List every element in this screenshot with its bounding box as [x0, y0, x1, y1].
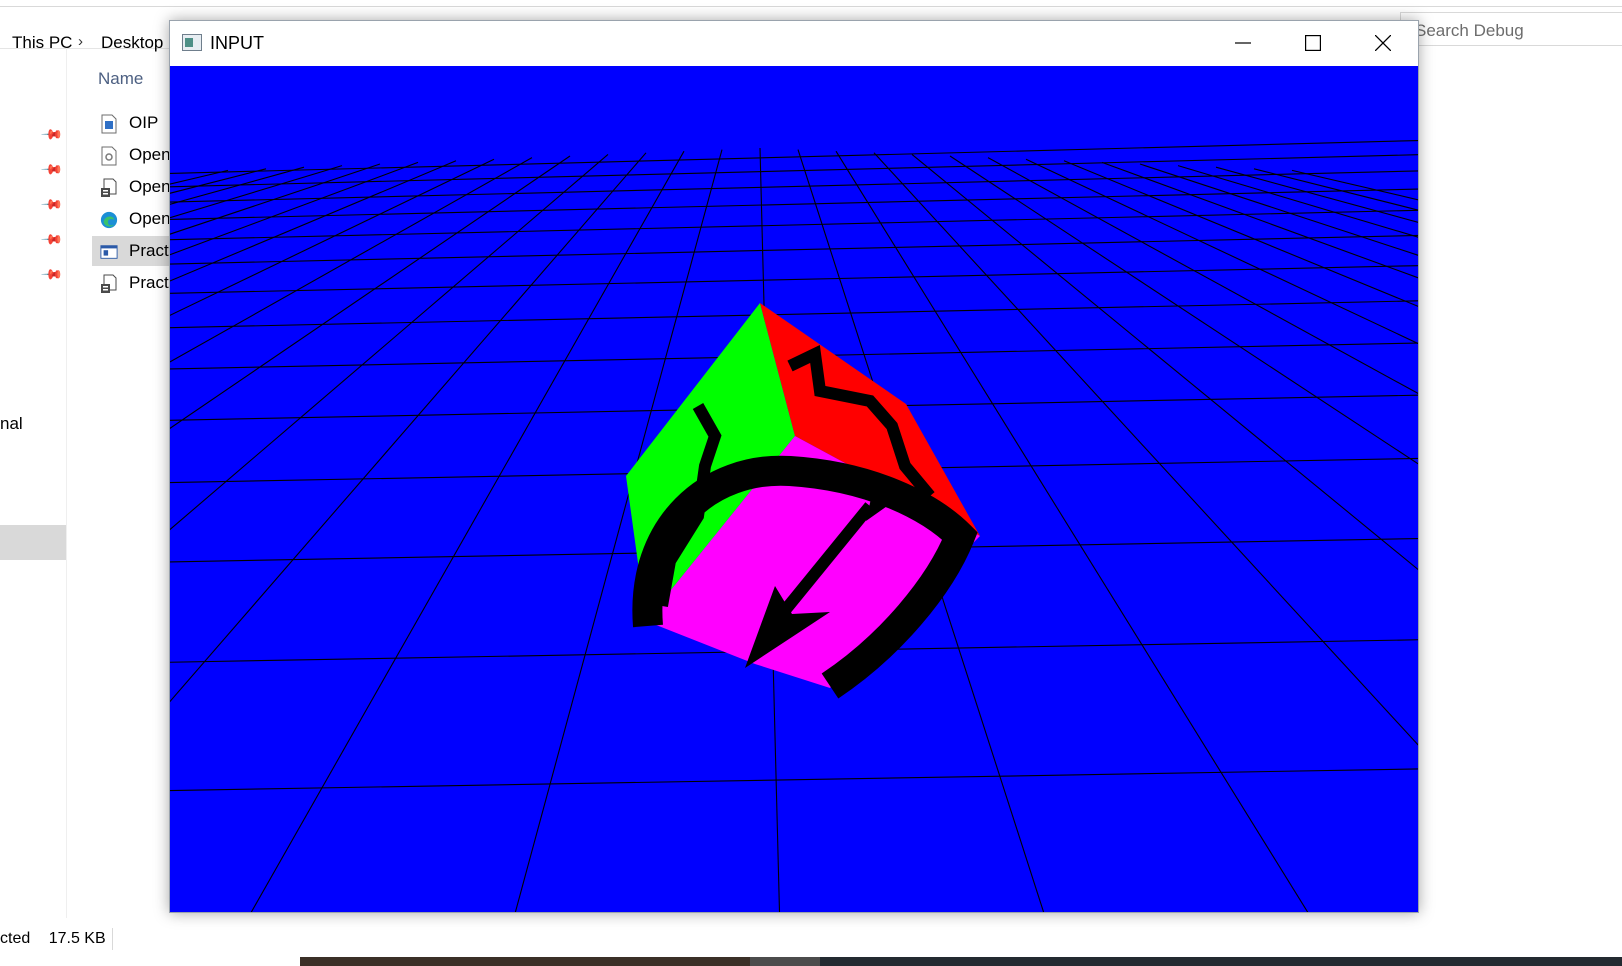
close-button[interactable]: [1348, 21, 1418, 66]
library-file-icon: [101, 274, 117, 293]
file-row[interactable]: Open: [92, 140, 172, 170]
file-row[interactable]: Practi: [92, 268, 172, 298]
navigation-pane: 📌 📌 📌 📌 📌 nal: [0, 48, 67, 918]
status-divider: [112, 928, 113, 950]
maximize-icon: [1305, 35, 1321, 51]
config-file-icon: [101, 146, 117, 166]
taskbar-strip: [300, 957, 1622, 966]
file-name: Practi: [129, 273, 173, 292]
pin-icon[interactable]: 📌: [41, 123, 65, 147]
pin-icon[interactable]: 📌: [41, 193, 65, 217]
file-row[interactable]: Open: [92, 172, 172, 202]
file-name: Open: [129, 177, 171, 196]
chevron-right-icon: ›: [78, 33, 83, 50]
image-file-icon: [101, 114, 117, 134]
file-name: Open: [129, 209, 171, 228]
breadcrumb-desktop[interactable]: Desktop: [101, 33, 163, 53]
title-bar[interactable]: INPUT: [170, 21, 1418, 66]
column-header-name[interactable]: Name: [98, 69, 143, 89]
window-title: INPUT: [210, 33, 264, 53]
edge-icon: [100, 211, 118, 229]
pin-icon[interactable]: 📌: [41, 263, 65, 287]
application-icon: [100, 245, 118, 259]
library-file-icon: [101, 178, 117, 197]
file-row[interactable]: Open: [92, 204, 172, 234]
file-row[interactable]: OIP: [92, 108, 172, 138]
search-placeholder: Search Debug: [1415, 21, 1524, 40]
close-icon: [1375, 35, 1391, 51]
pin-icon[interactable]: 📌: [41, 158, 65, 182]
file-row-selected[interactable]: Practi: [92, 236, 172, 266]
input-app-window: INPUT: [169, 20, 1419, 913]
status-size: 17.5 KB: [48, 930, 106, 947]
file-name: Practi: [129, 241, 173, 260]
maximize-button[interactable]: [1278, 21, 1348, 66]
top-divider: [0, 6, 1622, 7]
minimize-icon: [1235, 42, 1251, 44]
file-name: OIP: [129, 113, 159, 132]
search-input[interactable]: Search Debug: [1400, 12, 1622, 46]
minimize-button[interactable]: [1208, 21, 1278, 66]
3d-scene: [170, 66, 1418, 912]
app-icon: [182, 34, 202, 51]
file-name: Open: [129, 145, 171, 164]
nav-item-label[interactable]: nal: [0, 414, 23, 434]
render-canvas[interactable]: [170, 66, 1418, 912]
status-selected: cted: [0, 930, 31, 947]
nav-item-selected[interactable]: [0, 525, 66, 560]
status-bar: cted 17.5 KB: [0, 930, 106, 948]
pin-icon[interactable]: 📌: [41, 228, 65, 252]
